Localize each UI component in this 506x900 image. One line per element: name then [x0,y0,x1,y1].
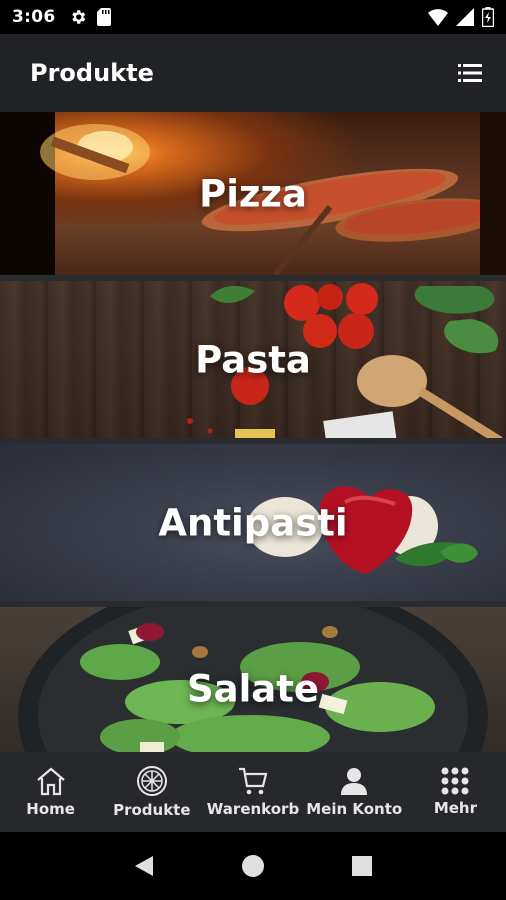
nav-mein-konto[interactable]: Mein Konto [304,752,405,832]
category-pizza[interactable]: Pizza [0,112,506,281]
category-label: Antipasti [158,501,348,544]
category-salate[interactable]: Salate [0,607,506,752]
home-icon [36,767,65,796]
category-antipasti[interactable]: Antipasti [0,444,506,607]
back-button[interactable] [124,846,164,886]
recents-button[interactable] [342,846,382,886]
app-bar: Produkte [0,34,506,112]
nav-mehr[interactable]: Mehr [405,752,506,832]
category-list: Pizza Pasta Antipasti Salate [0,112,506,752]
bottom-nav: Home Produkte Warenkorb Mein Konto Mehr [0,752,506,832]
nav-warenkorb[interactable]: Warenkorb [202,752,303,832]
list-menu-button[interactable] [450,53,490,93]
nav-label: Produkte [113,801,191,819]
settings-gear-icon [72,10,86,24]
signal-icon [456,8,474,26]
system-nav-bar [0,832,506,900]
recents-square-icon [351,856,372,876]
grid-icon [441,767,469,795]
nav-produkte[interactable]: Produkte [101,752,202,832]
page-title: Produkte [30,59,154,87]
home-circle-icon [241,855,264,877]
status-time: 3:06 [12,7,56,27]
category-pasta[interactable]: Pasta [0,281,506,444]
list-icon [458,64,482,82]
person-icon [341,768,368,795]
nav-home[interactable]: Home [0,752,101,832]
sd-card-icon [97,8,112,26]
nav-label: Mehr [433,799,477,817]
category-label: Pasta [195,338,311,381]
status-bar: 3:06 [0,0,506,34]
pizza-icon [136,766,167,796]
home-system-button[interactable] [233,846,273,886]
nav-label: Mein Konto [306,800,403,818]
cart-icon [239,767,268,795]
category-label: Salate [186,667,320,710]
nav-label: Warenkorb [206,800,300,818]
nav-label: Home [26,800,75,818]
category-label: Pizza [199,172,307,215]
back-triangle-icon [135,856,154,876]
battery-charging-icon [482,7,494,27]
wifi-icon [428,9,448,26]
